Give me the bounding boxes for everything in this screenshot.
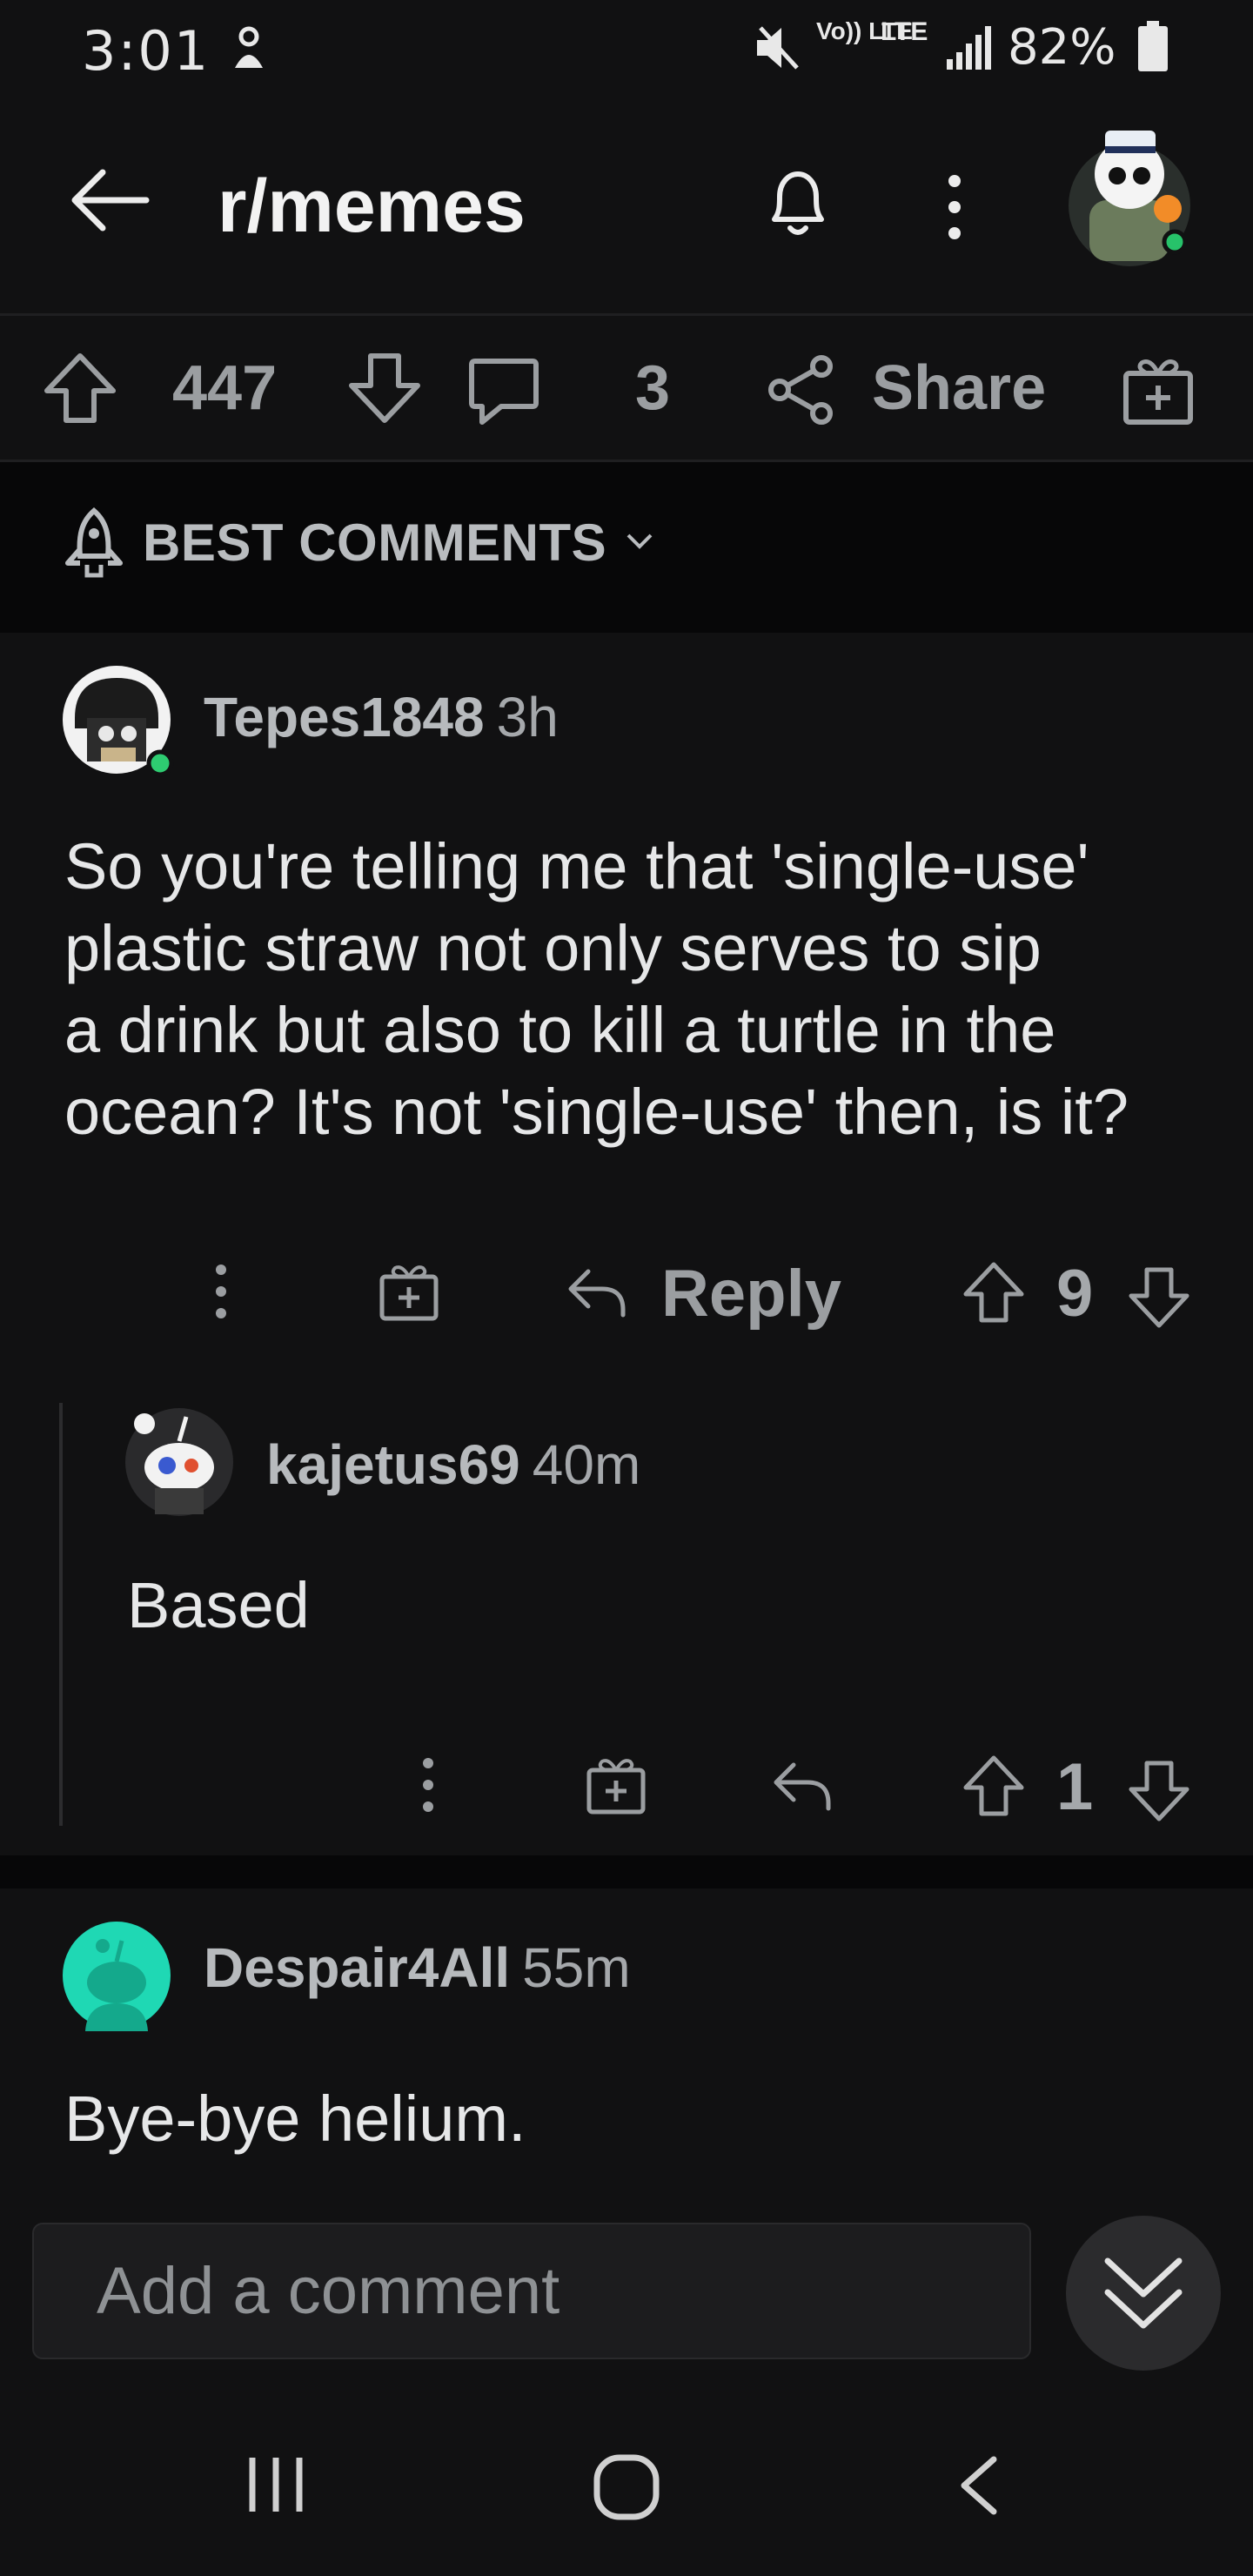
- battery-level: 82%: [1008, 19, 1116, 76]
- more-vertical-icon[interactable]: [941, 172, 968, 242]
- comment-body: Based: [127, 1565, 310, 1647]
- system-nav-bar: [0, 2385, 1253, 2576]
- username[interactable]: Despair4All: [204, 1936, 510, 1999]
- jump-to-next-button[interactable]: [1066, 2216, 1221, 2371]
- sort-bar[interactable]: BEST COMMENTS: [0, 462, 1253, 633]
- comment-line: Bye-bye helium.: [64, 2083, 526, 2155]
- status-time: 3:01: [82, 19, 211, 83]
- page-title[interactable]: r/memes: [218, 164, 526, 250]
- signal-icon: [947, 26, 994, 71]
- downvote-icon[interactable]: [1128, 1758, 1190, 1822]
- add-comment-input[interactable]: [32, 2223, 1031, 2359]
- mute-icon: [754, 24, 804, 71]
- username[interactable]: kajetus69: [266, 1433, 520, 1496]
- reply-arrow-icon[interactable]: [566, 1265, 628, 1320]
- comment-line: So you're telling me that 'single-use': [64, 830, 1089, 902]
- chevron-down-icon[interactable]: [625, 532, 654, 551]
- upvote-icon[interactable]: [42, 351, 118, 426]
- notification-icon: [228, 24, 270, 73]
- avatar[interactable]: [1063, 96, 1203, 270]
- double-chevron-down-icon: [1102, 2254, 1184, 2334]
- username[interactable]: Tepes1848: [204, 686, 485, 748]
- comment: Tepes1848 3h So you're telling me that 's…: [0, 633, 1253, 1394]
- reply-arrow-icon[interactable]: [771, 1758, 834, 1814]
- subreddit-header: r/memes: [0, 96, 1253, 313]
- status-bar: 3:01 Vo)) LTE LTE 82%: [0, 0, 1253, 96]
- home-icon[interactable]: [592, 2452, 661, 2522]
- upvote-icon[interactable]: [962, 1754, 1025, 1819]
- back-nav-icon[interactable]: [954, 2454, 1002, 2517]
- more-vertical-icon[interactable]: [211, 1261, 231, 1322]
- battery-icon: [1136, 21, 1169, 73]
- share-icon[interactable]: [766, 354, 837, 426]
- comment-composer: [0, 2210, 1253, 2376]
- comment-author[interactable]: kajetus69 40m: [266, 1432, 640, 1497]
- lte-indicator: LTE: [881, 17, 928, 46]
- comment-score: 1: [1056, 1750, 1094, 1824]
- avatar[interactable]: [61, 1920, 172, 2031]
- sort-label[interactable]: BEST COMMENTS: [143, 513, 606, 573]
- share-button[interactable]: Share: [872, 352, 1046, 424]
- award-gift-icon[interactable]: [378, 1261, 440, 1322]
- avatar[interactable]: [124, 1401, 238, 1516]
- comment-score: 9: [1056, 1257, 1094, 1331]
- comment-author[interactable]: Tepes1848 3h: [204, 685, 559, 749]
- comment-body: Bye-bye helium.: [64, 2078, 526, 2160]
- rocket-icon: [61, 506, 127, 580]
- award-gift-icon[interactable]: [585, 1754, 647, 1815]
- comment-author[interactable]: Despair4All 55m: [204, 1935, 631, 2000]
- post-score: 447: [172, 353, 278, 423]
- comment: Despair4All 55m Bye-bye helium.: [0, 1888, 1253, 2210]
- back-arrow-icon[interactable]: [68, 165, 150, 235]
- reply-button[interactable]: Reply: [661, 1256, 841, 1332]
- recent-apps-icon[interactable]: [245, 2454, 306, 2515]
- avatar[interactable]: [63, 666, 181, 784]
- comment-separator: [0, 1855, 1253, 1888]
- comment-line: a drink but also to kill a turtle in the: [64, 994, 1056, 1066]
- upvote-icon[interactable]: [962, 1261, 1025, 1325]
- bell-icon[interactable]: [759, 164, 837, 242]
- comment-age: 55m: [522, 1936, 631, 1999]
- comment-age: 3h: [496, 686, 559, 748]
- comment-line: ocean? It's not 'single-use' then, is it…: [64, 1076, 1129, 1148]
- comment-age: 40m: [532, 1433, 641, 1496]
- comment-line: plastic straw not only serves to sip: [64, 912, 1042, 984]
- downvote-icon[interactable]: [1128, 1265, 1190, 1329]
- post-action-bar: 447 3 Share: [0, 316, 1253, 460]
- comment-line: Based: [127, 1569, 310, 1641]
- comment-body: So you're telling me that 'single-use' p…: [64, 826, 1230, 1153]
- downvote-icon[interactable]: [346, 351, 423, 426]
- comment-reply: kajetus69 40m Based 1: [70, 1394, 1253, 1847]
- more-vertical-icon[interactable]: [418, 1754, 439, 1815]
- comment-count: 3: [635, 353, 671, 423]
- award-gift-icon[interactable]: [1121, 354, 1196, 427]
- comment-bubble-icon[interactable]: [466, 354, 541, 427]
- thread-line[interactable]: [59, 1403, 63, 1826]
